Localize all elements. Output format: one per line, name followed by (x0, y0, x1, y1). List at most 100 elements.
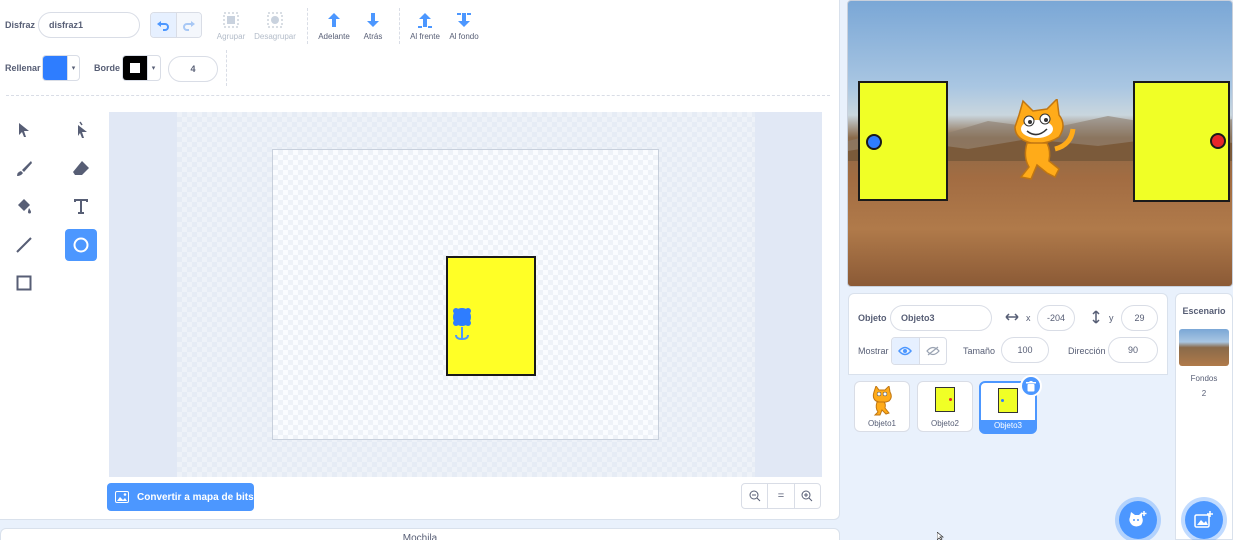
costume-label: Disfraz (5, 20, 36, 30)
convert-to-bitmap-button[interactable]: Convertir a mapa de bits (107, 483, 254, 511)
select-tool[interactable] (8, 114, 40, 146)
show-button[interactable] (892, 338, 919, 364)
fill-label: Rellenar (5, 63, 41, 73)
costume-center-marker-icon (453, 308, 471, 341)
backward-button[interactable]: Atrás (348, 10, 398, 41)
zoom-in-icon (801, 490, 813, 502)
redo-icon (182, 21, 195, 31)
outline-label: Borde (94, 63, 121, 73)
stage[interactable] (847, 0, 1233, 287)
x-label: x (1026, 313, 1031, 323)
red-dot (1210, 133, 1226, 149)
arrow-icon (19, 123, 29, 137)
fill-color-picker[interactable]: ▾ (42, 55, 80, 81)
zoom-reset-button[interactable]: = (767, 484, 793, 508)
delete-sprite-button[interactable] (1020, 375, 1042, 397)
show-label: Mostrar (858, 346, 889, 356)
text-tool[interactable] (65, 190, 97, 222)
circle-tool[interactable] (65, 229, 97, 261)
door-thumbnail (998, 388, 1018, 413)
y-input[interactable]: 29 (1121, 305, 1158, 331)
line-tool[interactable] (8, 229, 40, 261)
outline-size-input[interactable]: 4 (168, 56, 218, 82)
outline-inner-square (130, 63, 140, 73)
brush-icon (17, 161, 32, 176)
sprite-name-label: Objeto (858, 313, 887, 323)
add-backdrop-button[interactable] (1185, 501, 1223, 539)
backdrop-thumbnail (1179, 329, 1229, 366)
backward-label: Atrás (363, 32, 383, 41)
fill-tool[interactable] (8, 190, 40, 222)
x-arrows-icon (1005, 313, 1019, 321)
convert-label: Convertir a mapa de bits (137, 491, 254, 503)
zoom-controls: = (741, 483, 821, 509)
sprite-name-input[interactable]: Objeto3 (890, 305, 992, 331)
back-label: Al fondo (449, 32, 479, 41)
blue-dot (1001, 399, 1004, 402)
y-arrows-icon (1092, 310, 1100, 324)
chevron-down-icon: ▾ (67, 56, 79, 80)
ungroup-button[interactable]: Desagrupar (250, 10, 300, 41)
forward-icon (328, 13, 340, 27)
ungroup-label: Desagrupar (254, 32, 296, 41)
image-icon (115, 491, 129, 503)
brush-tool[interactable] (8, 152, 40, 184)
hide-button[interactable] (918, 338, 947, 364)
ungroup-icon (267, 12, 283, 28)
group-button[interactable]: Agrupar (206, 10, 256, 41)
reshape-tool[interactable] (65, 114, 97, 146)
size-input[interactable]: 100 (1001, 337, 1049, 363)
door-thumbnail (935, 387, 955, 412)
paint-bucket-icon (18, 199, 31, 214)
backdrops-count: 2 (1201, 389, 1207, 398)
cat-plus-icon (1129, 511, 1147, 527)
group-label: Agrupar (216, 32, 246, 41)
direction-input[interactable]: 90 (1108, 337, 1158, 363)
backpack-header[interactable]: Mochila (0, 528, 840, 540)
size-label: Tamaño (963, 346, 996, 356)
line-icon (16, 237, 32, 253)
image-plus-icon (1194, 511, 1213, 528)
front-label: Al frente (410, 32, 440, 41)
y-label: y (1109, 313, 1114, 323)
reshape-icon (78, 121, 87, 138)
eraser-icon (73, 161, 89, 175)
rect-tool[interactable] (8, 267, 40, 299)
fill-swatch (43, 56, 67, 80)
back-button[interactable]: Al fondo (439, 10, 489, 41)
red-dot (949, 398, 952, 401)
circle-icon (73, 237, 89, 253)
chevron-down-icon: ▾ (147, 56, 159, 80)
backdrops-label: Fondos (1190, 374, 1218, 383)
eye-icon (898, 346, 913, 356)
trash-icon (1026, 380, 1036, 391)
add-sprite-button[interactable] (1119, 501, 1157, 539)
toolbar-divider (307, 8, 308, 44)
paint-editor: Disfraz disfraz1 Agrupar Desagrupar Adel… (0, 0, 840, 520)
zoom-out-button[interactable] (742, 484, 767, 508)
sprite-tile[interactable]: Objeto2 (917, 381, 973, 432)
sprite-tile[interactable]: Objeto1 (854, 381, 910, 432)
undo-redo-group (150, 12, 202, 38)
eraser-tool[interactable] (65, 152, 97, 184)
zoom-in-button[interactable] (793, 484, 820, 508)
outline-swatch (123, 56, 147, 80)
outline-color-picker[interactable]: ▾ (122, 55, 161, 81)
undo-icon (157, 21, 170, 31)
x-input[interactable]: -204 (1037, 305, 1075, 331)
rectangle-icon (16, 275, 32, 291)
front-icon (418, 13, 432, 28)
sprite-tile-name: Objeto1 (867, 419, 897, 428)
backward-icon (367, 13, 379, 27)
direction-label: Dirección (1068, 346, 1106, 356)
blue-dot (866, 134, 882, 150)
redo-button[interactable] (175, 13, 201, 37)
undo-button[interactable] (151, 13, 176, 37)
toolbar-separator (6, 95, 830, 96)
cat-sprite-icon[interactable] (1001, 99, 1081, 185)
back-icon (457, 13, 471, 27)
sprite-tile-name: Objeto2 (930, 419, 960, 428)
costume-name-input[interactable]: disfraz1 (38, 12, 140, 38)
sprite-tile-name: Objeto3 (981, 420, 1035, 432)
mouse-cursor-icon (937, 532, 944, 540)
